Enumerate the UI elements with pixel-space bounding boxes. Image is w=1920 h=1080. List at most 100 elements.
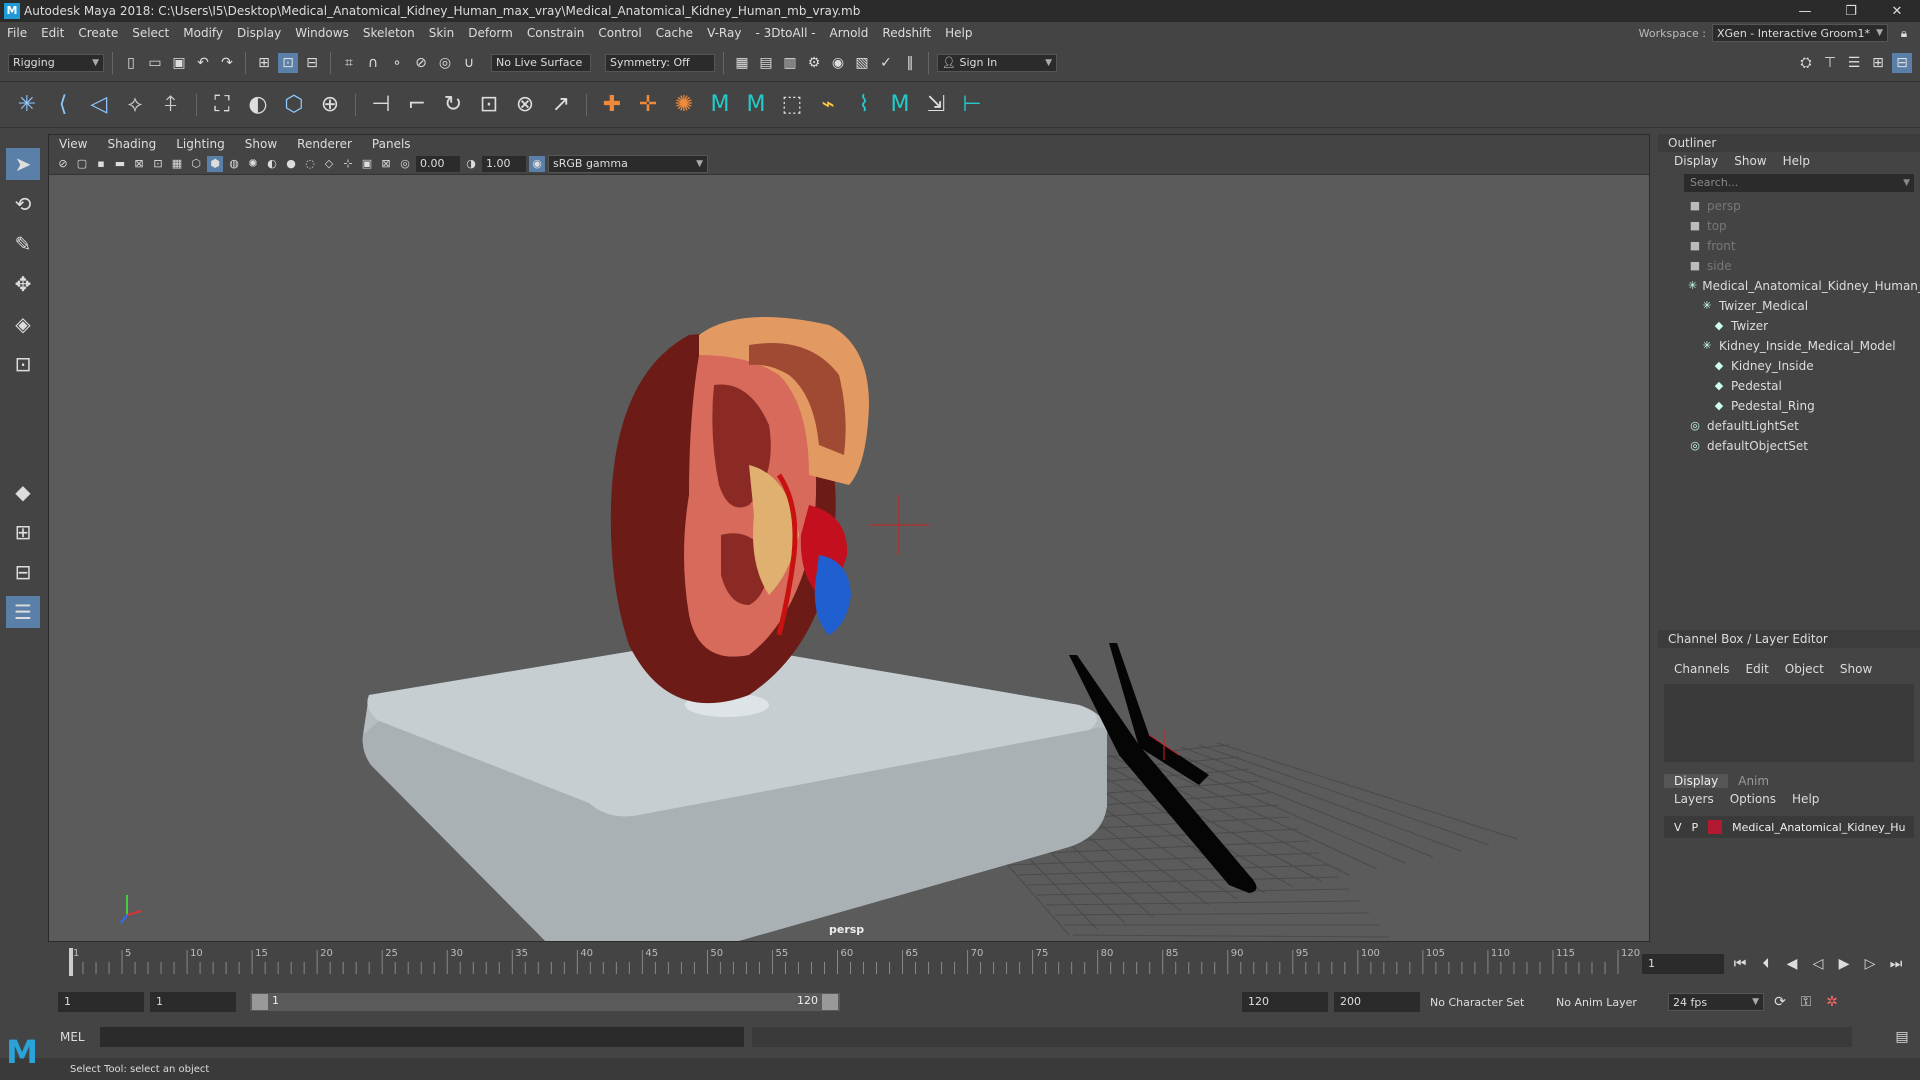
pole-vector-icon[interactable]: ↗ [546, 90, 576, 120]
display-layer-row[interactable]: V P Medical_Anatomical_Kidney_Hu [1664, 816, 1914, 838]
layer-menu-options[interactable]: Options [1722, 792, 1784, 806]
command-input[interactable] [100, 1027, 744, 1047]
scale-tool-icon[interactable]: ⊡ [6, 348, 40, 380]
scene-view[interactable] [49, 175, 1650, 942]
deformer-icon[interactable]: ✺ [669, 90, 699, 120]
wrap-icon[interactable]: M [705, 90, 735, 120]
menu-help[interactable]: Help [938, 26, 979, 40]
maximize-button[interactable]: ❐ [1828, 4, 1874, 19]
connect-icon[interactable]: ⊢ [957, 90, 987, 120]
snap-grid-icon[interactable]: ⌗ [339, 53, 359, 73]
viewport-menu-view[interactable]: View [49, 137, 97, 151]
outliner-node[interactable]: ✳ Twizer_Medical [1658, 296, 1908, 316]
pin-icon[interactable]: ⇲ [921, 90, 951, 120]
menu-display[interactable]: Display [230, 26, 288, 40]
bind-skin-icon[interactable]: ⛶ [207, 90, 237, 120]
color-management-icon[interactable]: ◉ [529, 155, 545, 172]
outliner-node[interactable]: ◆ Kidney_Inside [1658, 356, 1908, 376]
time-ruler[interactable]: 1 5 10 15 20 25 30 35 40 45 50 55 60 65 70 75 80 85 90 95 10… [48, 944, 1650, 982]
animation-start-field[interactable]: 1 [58, 992, 144, 1012]
camera-attributes-icon[interactable]: ▢ [74, 156, 90, 172]
play-forward-icon[interactable]: ▶ [1834, 954, 1854, 974]
ipr-render-icon[interactable]: ▥ [780, 53, 800, 73]
play-backward-icon[interactable]: ◁ [1808, 954, 1828, 974]
outliner-node[interactable]: ✳ Medical_Anatomical_Kidney_Human_r [1658, 276, 1920, 296]
menu-edit[interactable]: Edit [34, 26, 71, 40]
isolate-select-icon[interactable]: ⊹ [340, 156, 356, 172]
outliner-node[interactable]: ◆ Pedestal [1658, 376, 1908, 396]
film-gate-icon[interactable]: ⊠ [131, 156, 147, 172]
script-editor-icon[interactable]: ▤ [1892, 1027, 1912, 1047]
lattice-icon[interactable]: ⬡ [279, 90, 309, 120]
layer-playback-toggle[interactable]: P [1692, 821, 1699, 834]
viewport-menu-renderer[interactable]: Renderer [287, 137, 362, 151]
undo-icon[interactable]: ↶ [193, 53, 213, 73]
select-hierarchy-icon[interactable]: ⊞ [254, 53, 274, 73]
current-frame-marker[interactable] [69, 948, 73, 976]
gamma-field[interactable]: 1.00 [482, 155, 526, 172]
viewport-menu-lighting[interactable]: Lighting [166, 137, 235, 151]
channel-box-icon[interactable]: ⊞ [1868, 53, 1888, 73]
color-space-dropdown[interactable]: sRGB gamma ▼ [548, 154, 708, 173]
current-frame-field[interactable]: 1 [1642, 954, 1724, 974]
animation-end-field[interactable]: 200 [1334, 992, 1420, 1012]
menu-constrain[interactable]: Constrain [520, 26, 592, 40]
sign-in-dropdown[interactable]: 👤︎ Sign In ▼ [937, 53, 1057, 72]
shadows-icon[interactable]: ◐ [264, 156, 280, 172]
camera-select-icon[interactable]: ⊘ [55, 156, 71, 172]
layer-color-swatch[interactable] [1708, 820, 1723, 834]
menu-skin[interactable]: Skin [422, 26, 462, 40]
skin-paint-icon[interactable]: ⌇ [849, 90, 879, 120]
paint-weights-icon[interactable]: ⌁ [813, 90, 843, 120]
wire-icon[interactable]: M [741, 90, 771, 120]
ik-handle-icon[interactable]: ⟨ [48, 90, 78, 120]
menu-skeleton[interactable]: Skeleton [356, 26, 422, 40]
fps-dropdown[interactable]: 24 fps ▼ [1668, 993, 1764, 1011]
go-to-start-icon[interactable]: ⏮ [1730, 954, 1750, 974]
ambient-occlusion-icon[interactable]: ● [283, 156, 299, 172]
magnet-icon[interactable]: ∪ [459, 53, 479, 73]
menu-file[interactable]: File [0, 26, 34, 40]
anim-layer-dropdown[interactable]: No Anim Layer [1552, 993, 1662, 1011]
channel-menu-channels[interactable]: Channels [1666, 662, 1738, 676]
outliner-node[interactable]: ■ side [1658, 256, 1908, 276]
cluster-icon[interactable]: ⊕ [315, 90, 345, 120]
hypershade-icon[interactable]: ◉ [828, 53, 848, 73]
outliner-node[interactable]: ■ top [1658, 216, 1908, 236]
joint-tool-icon[interactable]: ✳ [12, 90, 42, 120]
rotate-tool-icon[interactable]: ◈ [6, 308, 40, 340]
menu-redshift[interactable]: Redshift [875, 26, 938, 40]
ik-spline-icon[interactable]: ◁ [84, 90, 114, 120]
channel-menu-object[interactable]: Object [1777, 662, 1832, 676]
render-frame-icon[interactable]: ▤ [756, 53, 776, 73]
snap-point-icon[interactable]: ∘ [387, 53, 407, 73]
workspace-dropdown[interactable]: XGen - Interactive Groom1* ▼ [1712, 24, 1888, 42]
resolution-gate-icon[interactable]: ⊡ [150, 156, 166, 172]
outliner-menu-show[interactable]: Show [1726, 154, 1774, 168]
layer-visibility-toggle[interactable]: V [1674, 821, 1682, 834]
attribute-editor-icon[interactable]: ⊤ [1820, 53, 1840, 73]
outliner-node[interactable]: ◆ Twizer [1658, 316, 1908, 336]
render-history-icon[interactable]: ▦ [732, 53, 752, 73]
outliner-layout-icon[interactable]: ☰ [6, 596, 40, 628]
exposure-icon[interactable]: ◎ [397, 156, 413, 172]
viewport-menu-shading[interactable]: Shading [97, 137, 166, 151]
image-plane-icon[interactable]: ▬ [112, 156, 128, 172]
wireframe-icon[interactable]: ⬡ [188, 156, 204, 172]
locator-joint-icon[interactable]: ✛ [633, 90, 663, 120]
menu-deform[interactable]: Deform [461, 26, 520, 40]
four-view-layout-icon[interactable]: ⊞ [6, 516, 40, 548]
minimize-button[interactable]: — [1782, 4, 1828, 19]
menu-modify[interactable]: Modify [176, 26, 230, 40]
range-end-handle[interactable] [822, 994, 838, 1010]
outliner-node[interactable]: ◎ defaultLightSet [1658, 416, 1908, 436]
tab-display[interactable]: Display [1664, 774, 1729, 788]
smooth-bind-icon[interactable]: ◐ [243, 90, 273, 120]
outliner-toggle-icon[interactable]: ⊟ [1892, 52, 1912, 73]
blend-shape-icon[interactable]: ⬚ [777, 90, 807, 120]
menu-cache[interactable]: Cache [649, 26, 700, 40]
loop-icon[interactable]: ⟳ [1770, 992, 1790, 1012]
pause-icon[interactable]: ‖ [900, 53, 920, 73]
locator-icon[interactable]: ✚ [597, 90, 627, 120]
script-language-label[interactable]: MEL [60, 1030, 100, 1044]
